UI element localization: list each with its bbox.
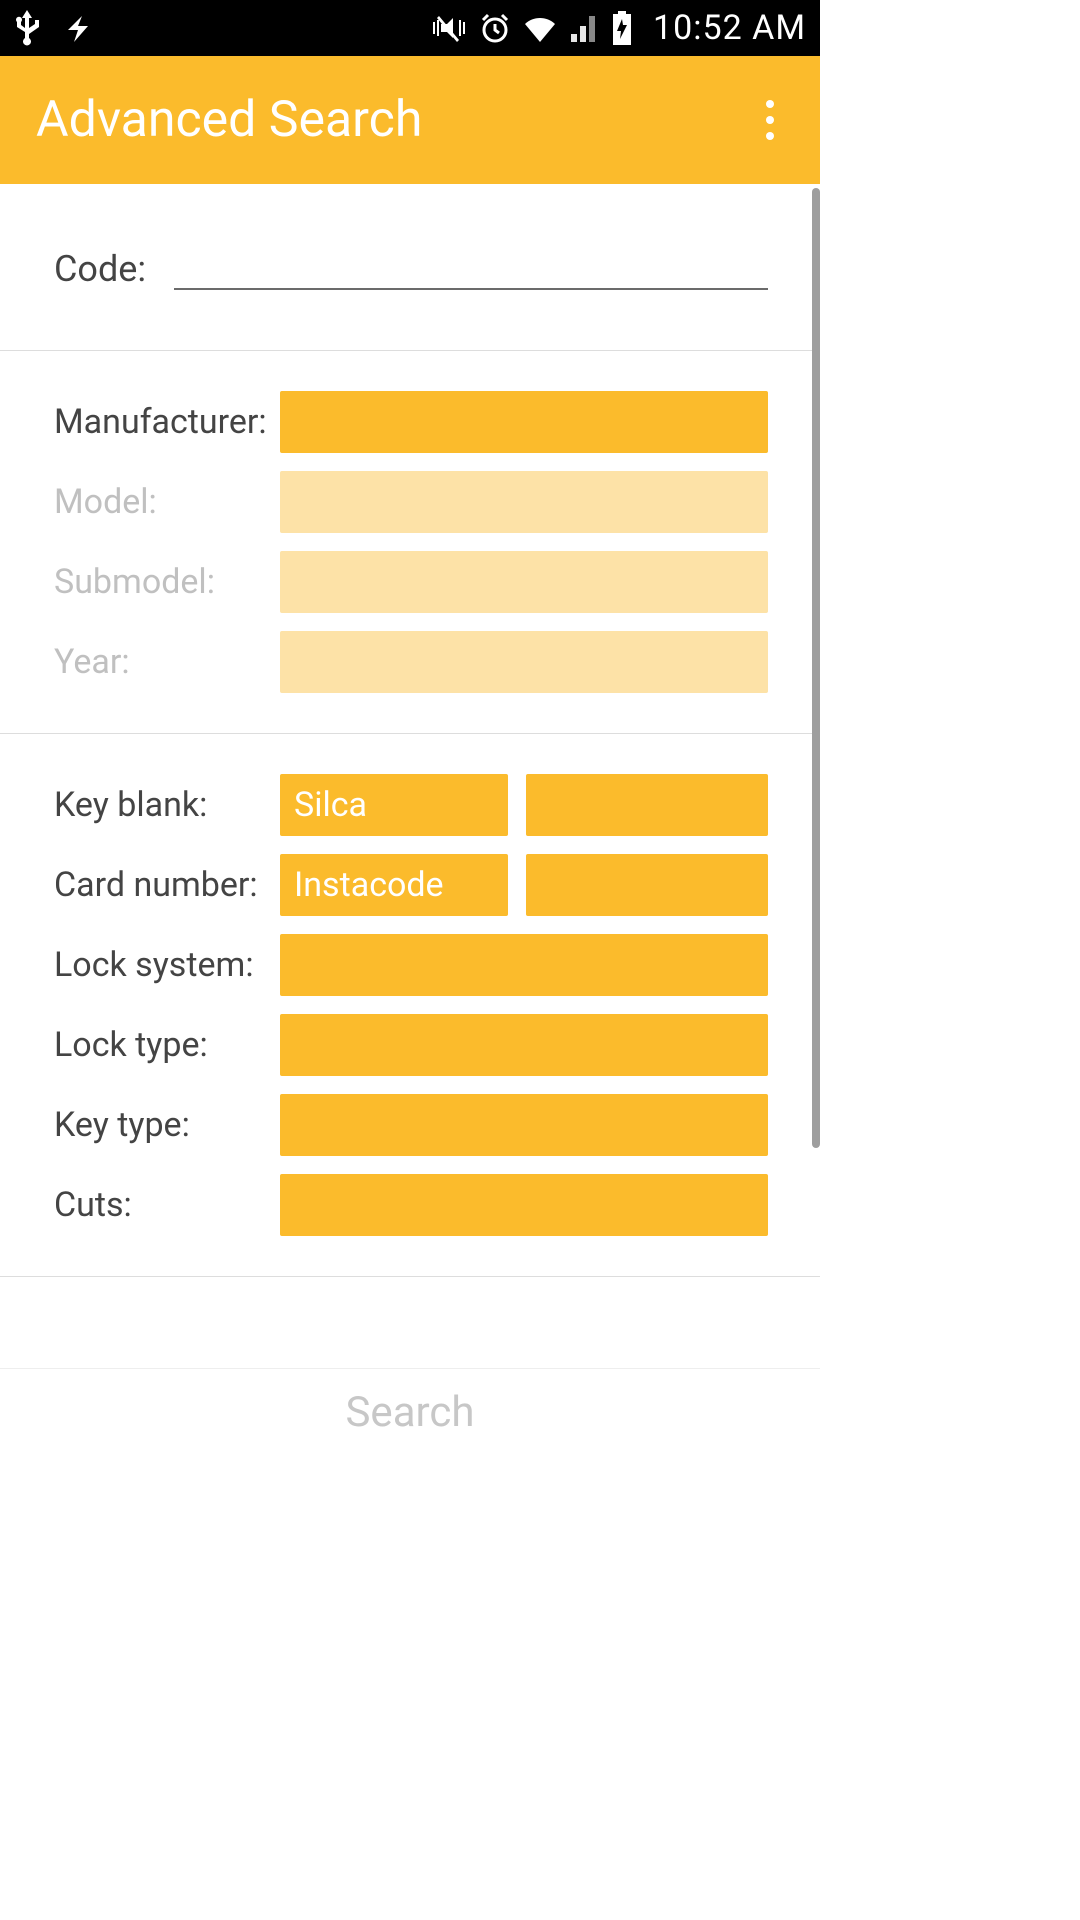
alarm-icon — [479, 12, 511, 44]
key-blank-label: Key blank: — [54, 785, 280, 825]
cuts-label: Cuts: — [54, 1185, 280, 1225]
lock-system-row: Lock system: — [54, 934, 768, 996]
submodel-row: Submodel: — [54, 551, 768, 613]
submodel-label: Submodel: — [54, 562, 280, 602]
card-number-source-select[interactable]: Instacode — [280, 854, 508, 916]
search-button[interactable]: Search — [0, 1368, 820, 1456]
model-label: Model: — [54, 482, 280, 522]
submodel-select — [280, 551, 768, 613]
key-type-select[interactable] — [280, 1094, 768, 1156]
status-bar: 10:52 AM — [0, 0, 820, 56]
app-bar: Advanced Search — [0, 56, 820, 184]
manufacturer-row: Manufacturer: — [54, 391, 768, 453]
code-input[interactable] — [174, 244, 768, 290]
overflow-menu-button[interactable] — [756, 94, 784, 146]
manufacturer-label: Manufacturer: — [54, 402, 280, 442]
signal-icon — [569, 14, 599, 42]
lock-system-label: Lock system: — [54, 945, 280, 985]
card-number-value-select[interactable] — [526, 854, 768, 916]
scrollbar[interactable] — [812, 188, 820, 1148]
model-row: Model: — [54, 471, 768, 533]
code-label: Code: — [54, 248, 146, 290]
vehicle-section: Manufacturer: Model: Submodel: Year: — [0, 351, 820, 734]
lock-type-select[interactable] — [280, 1014, 768, 1076]
content-area: Code: Manufacturer: Model: Submodel: Yea… — [0, 184, 820, 1456]
usb-icon — [14, 10, 40, 46]
key-type-label: Key type: — [54, 1105, 280, 1145]
code-section: Code: — [0, 184, 820, 351]
lock-type-row: Lock type: — [54, 1014, 768, 1076]
battery-charging-icon — [611, 11, 633, 45]
lock-type-label: Lock type: — [54, 1025, 280, 1065]
manufacturer-select[interactable] — [280, 391, 768, 453]
year-label: Year: — [54, 642, 280, 682]
key-blank-value-select[interactable] — [526, 774, 768, 836]
key-section: Key blank: Silca Card number: Instacode … — [0, 734, 820, 1277]
cuts-row: Cuts: — [54, 1174, 768, 1236]
cuts-select[interactable] — [280, 1174, 768, 1236]
card-number-label: Card number: — [54, 865, 280, 905]
status-time: 10:52 AM — [653, 8, 806, 48]
lock-system-select[interactable] — [280, 934, 768, 996]
wifi-icon — [523, 14, 557, 42]
bolt-icon — [62, 12, 94, 44]
year-row: Year: — [54, 631, 768, 693]
key-blank-row: Key blank: Silca — [54, 774, 768, 836]
model-select — [280, 471, 768, 533]
page-title: Advanced Search — [36, 91, 422, 149]
vibrate-mute-icon — [431, 12, 467, 44]
year-select — [280, 631, 768, 693]
key-blank-brand-select[interactable]: Silca — [280, 774, 508, 836]
dots-vertical-icon — [766, 100, 774, 108]
card-number-row: Card number: Instacode — [54, 854, 768, 916]
key-type-row: Key type: — [54, 1094, 768, 1156]
